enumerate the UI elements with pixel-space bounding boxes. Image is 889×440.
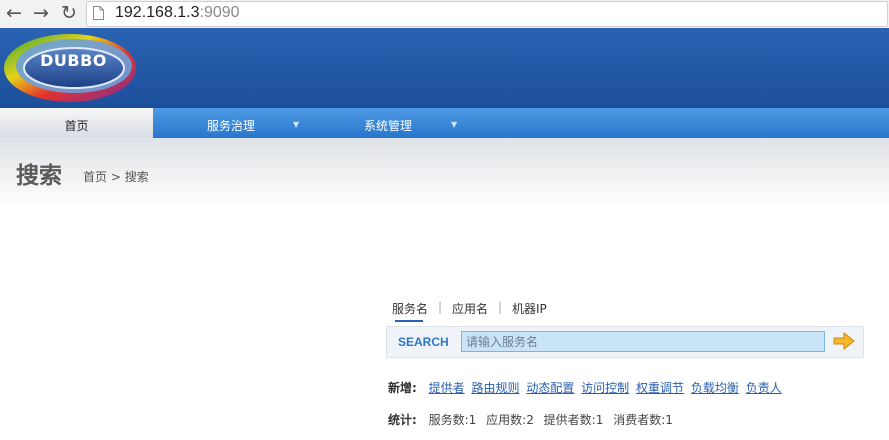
page-title: 搜索 bbox=[16, 163, 62, 189]
chevron-down-icon[interactable]: ▼ bbox=[451, 120, 457, 129]
breadcrumb: 首页 > 搜索 bbox=[83, 168, 149, 185]
dubbo-logo[interactable]: DUBBO bbox=[2, 31, 144, 105]
add-weight-link[interactable]: 权重调节 bbox=[636, 381, 684, 395]
menu-item-service-governance[interactable]: 服务治理 bbox=[153, 108, 309, 138]
search-bar: SEARCH bbox=[386, 326, 864, 358]
breadcrumb-home[interactable]: 首页 bbox=[83, 170, 107, 184]
menu-item-system-management[interactable]: 系统管理 bbox=[309, 108, 467, 138]
add-access-control-link[interactable]: 访问控制 bbox=[581, 381, 629, 395]
add-dynamic-config-link[interactable]: 动态配置 bbox=[526, 381, 574, 395]
reload-icon[interactable]: ↻ bbox=[61, 2, 77, 24]
search-label: SEARCH bbox=[398, 335, 449, 349]
breadcrumb-current: 搜索 bbox=[124, 170, 149, 184]
chevron-down-icon[interactable]: ▼ bbox=[293, 120, 299, 129]
add-label: 新增: bbox=[388, 381, 417, 395]
menu-item-label: 系统管理 bbox=[363, 119, 412, 133]
arrow-right-icon[interactable]: → bbox=[33, 2, 49, 24]
page-icon bbox=[93, 6, 104, 20]
add-owner-link[interactable]: 负责人 bbox=[746, 381, 782, 395]
arrow-right-icon[interactable] bbox=[833, 332, 855, 350]
stat-providers: 提供者数:1 bbox=[543, 413, 604, 427]
main-menu: 首页 服务治理 ▼ 系统管理 ▼ bbox=[0, 108, 889, 138]
stats-label: 统计: bbox=[388, 413, 417, 427]
tab-machine-ip[interactable]: 机器IP bbox=[512, 300, 547, 317]
arrow-left-icon[interactable]: ← bbox=[6, 2, 22, 24]
add-provider-link[interactable]: 提供者 bbox=[429, 381, 465, 395]
url-port: :9090 bbox=[199, 4, 240, 21]
stat-applications: 应用数:2 bbox=[486, 413, 534, 427]
stats-row: 统计: 服务数:1 应用数:2 提供者数:1 消费者数:1 bbox=[388, 411, 679, 428]
active-tab-indicator bbox=[395, 320, 423, 322]
menu-item-home[interactable]: 首页 bbox=[0, 108, 153, 138]
stat-services: 服务数:1 bbox=[428, 413, 477, 427]
add-load-balance-link[interactable]: 负载均衡 bbox=[691, 381, 739, 395]
url-host: 192.168.1.3 bbox=[115, 4, 200, 21]
stat-consumers: 消费者数:1 bbox=[613, 413, 673, 427]
add-links-row: 新增: 提供者 路由规则 动态配置 访问控制 权重调节 负载均衡 负责人 bbox=[388, 379, 785, 396]
address-bar[interactable]: 192.168.1.3:9090 bbox=[86, 1, 888, 27]
logo-text: DUBBO bbox=[40, 51, 107, 70]
search-input[interactable] bbox=[461, 331, 825, 352]
url-text: 192.168.1.3:9090 bbox=[115, 4, 240, 22]
menu-item-label: 服务治理 bbox=[206, 119, 255, 133]
tab-separator: | bbox=[438, 300, 443, 314]
tab-application-name[interactable]: 应用名 bbox=[452, 300, 488, 317]
header-banner: DUBBO bbox=[0, 28, 889, 108]
tab-separator: | bbox=[498, 300, 503, 314]
browser-toolbar: ← → ↻ 192.168.1.3:9090 bbox=[0, 0, 889, 29]
add-route-link[interactable]: 路由规则 bbox=[471, 381, 519, 395]
tab-service-name[interactable]: 服务名 bbox=[392, 300, 428, 317]
breadcrumb-separator: > bbox=[107, 170, 125, 184]
